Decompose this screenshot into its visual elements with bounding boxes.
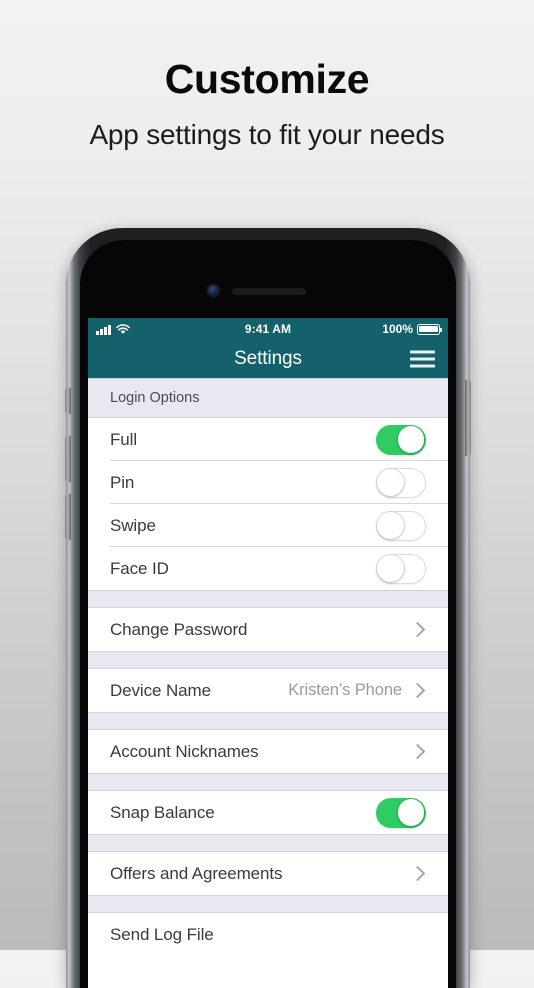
settings-row-accessory [376,797,426,828]
settings-row-value: Kristen’s Phone [288,681,402,699]
chevron-right-icon [409,621,426,638]
section-divider [88,895,448,913]
settings-row-label: Device Name [110,680,211,700]
toggle-switch[interactable] [376,424,426,455]
promo-title: Customize [164,56,370,102]
settings-row-label: Snap Balance [110,802,215,822]
front-camera-icon [208,285,219,296]
chevron-right-icon [409,743,426,760]
settings-row-accessory [409,743,426,760]
section-divider [88,590,448,608]
settings-row-label: Pin [110,472,135,492]
settings-row-accessory [409,621,426,638]
settings-row-label: Full [110,429,137,449]
toggle-switch[interactable] [376,553,426,584]
settings-row-label: Account Nicknames [110,741,259,761]
settings-row-label: Swipe [110,515,156,535]
settings-row-label: Offers and Agreements [110,863,283,883]
phone-screen: 9:41 AM 100% Settings Login Options Full P… [88,318,448,988]
toggle-switch[interactable] [376,797,426,828]
settings-row[interactable]: Full [88,418,448,461]
toggle-switch[interactable] [376,467,426,498]
promo-header: Customize App settings to fit your needs [0,0,534,151]
toggle-knob [377,468,404,496]
settings-row-accessory [376,510,426,541]
status-bar-right: 100% [382,322,443,336]
toggle-knob [377,511,404,539]
toggle-knob [397,799,425,826]
toggle-switch[interactable] [376,510,426,541]
section-divider [88,773,448,791]
settings-row[interactable]: Pin [88,461,448,504]
battery-full-icon [417,323,443,335]
settings-row-accessory [376,467,426,498]
settings-row[interactable]: Change Password [88,608,448,651]
settings-row-label: Send Log File [110,924,214,944]
app-nav-bar: Settings [88,340,448,378]
settings-row[interactable]: Face ID [88,547,448,590]
section-divider [88,834,448,852]
settings-row-label: Face ID [110,558,169,578]
settings-row-accessory [376,424,426,455]
settings-row[interactable]: Swipe [88,504,448,547]
settings-list: Login Options Full Pin Swipe Face ID Change P… [88,378,448,956]
section-header: Login Options [88,378,448,418]
toggle-knob [377,554,404,582]
hamburger-menu-icon[interactable] [410,350,435,369]
toggle-knob [397,426,425,453]
volume-down-button[interactable] [65,494,71,540]
settings-row-accessory: Kristen’s Phone [288,681,426,700]
phone-mockup: 9:41 AM 100% Settings Login Options Full P… [65,228,471,988]
section-divider [88,651,448,669]
section-header-label: Login Options [110,390,200,406]
settings-row[interactable]: Device Name Kristen’s Phone [88,669,448,712]
page-title: Settings [234,348,302,369]
status-bar: 9:41 AM 100% [88,318,448,340]
power-button[interactable] [465,380,471,456]
settings-row[interactable]: Snap Balance [88,791,448,834]
battery-percent-label: 100% [382,322,413,336]
earpiece-speaker [232,288,306,295]
volume-up-button[interactable] [65,436,71,482]
chevron-right-icon [409,865,426,882]
settings-row-label: Change Password [110,619,248,639]
settings-row-accessory [376,553,426,584]
promo-subtitle: App settings to fit your needs [89,119,445,151]
mute-switch-button[interactable] [65,388,71,414]
section-divider [88,712,448,730]
settings-row-accessory [409,865,426,882]
chevron-right-icon [409,682,426,699]
settings-row[interactable]: Account Nicknames [88,730,448,773]
settings-row[interactable]: Offers and Agreements [88,852,448,895]
